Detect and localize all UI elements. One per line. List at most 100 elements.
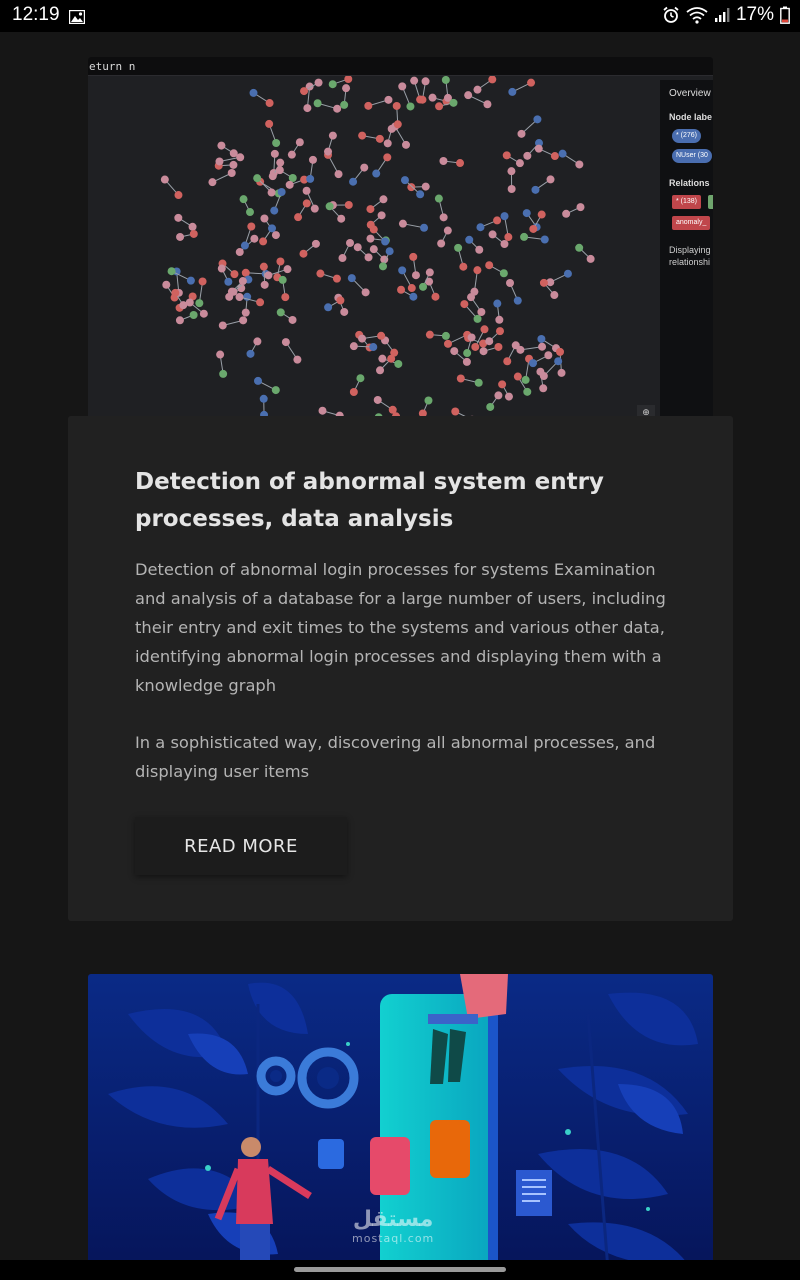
graph-node: [379, 195, 388, 204]
graph-node: [515, 159, 524, 168]
battery-percent: 17%: [735, 4, 774, 25]
graph-node: [400, 176, 409, 185]
graph-node: [247, 222, 256, 231]
graph-node: [476, 223, 485, 232]
watermark: مستقل mostaql.com: [352, 1207, 434, 1246]
graph-node: [441, 76, 450, 84]
graph-node: [189, 229, 198, 238]
relationship-pill[interactable]: anomaly_: [672, 216, 711, 230]
graph-node: [254, 376, 263, 385]
graph-node: [441, 331, 450, 340]
relationship-pill-color[interactable]: [708, 195, 713, 209]
graph-node: [364, 253, 373, 262]
graph-node: [454, 243, 463, 252]
graph-node: [239, 195, 248, 204]
graph-node: [308, 155, 317, 164]
graph-node: [375, 134, 384, 143]
graph-node: [486, 402, 495, 411]
graph-node: [562, 209, 571, 218]
graph-node: [464, 91, 473, 100]
graph-node: [270, 149, 279, 158]
graph-node: [272, 138, 281, 147]
graph-node: [384, 95, 393, 104]
battery-icon: [780, 6, 790, 24]
relationship-pill[interactable]: * (138): [672, 195, 702, 209]
graph-node: [278, 275, 287, 284]
graph-node: [393, 120, 402, 129]
graph-node: [554, 357, 563, 366]
graph-node: [540, 235, 549, 244]
graph-node: [285, 180, 294, 189]
graph-node: [398, 219, 407, 228]
graph-node: [358, 131, 367, 140]
graph-node: [421, 77, 430, 86]
graph-node: [406, 102, 415, 111]
graph-node: [428, 93, 437, 102]
graph-node: [195, 299, 204, 308]
read-more-button[interactable]: READ MORE: [135, 817, 347, 875]
node-label-pill[interactable]: * (276): [672, 129, 702, 143]
graph-node: [229, 160, 238, 169]
graph-node: [443, 226, 452, 235]
graph-node: [174, 213, 183, 222]
graph-node: [276, 257, 285, 266]
graph-node: [328, 131, 337, 140]
graph-node: [360, 163, 369, 172]
graph-node: [259, 394, 268, 403]
graph-node: [189, 310, 198, 319]
home-gesture-handle[interactable]: [294, 1267, 506, 1272]
graph-node: [217, 264, 226, 273]
graph-node: [500, 212, 509, 221]
graph-node: [216, 350, 225, 359]
graph-node: [325, 202, 334, 211]
graph-node: [288, 315, 297, 324]
node-label-pill[interactable]: NUser (30: [672, 149, 712, 163]
graph-node: [219, 369, 228, 378]
graph-node: [344, 76, 353, 84]
graph-node: [245, 208, 254, 217]
graph-node: [416, 190, 425, 199]
graph-node: [294, 213, 303, 222]
graph-node: [271, 386, 280, 395]
graph-node: [419, 282, 428, 291]
graph-node: [349, 177, 358, 186]
graph-node: [334, 170, 343, 179]
graph-node: [230, 270, 239, 279]
graph-node: [239, 316, 248, 325]
graph-node: [229, 149, 238, 158]
graph-node: [160, 175, 169, 184]
graph-node: [353, 243, 362, 252]
graph-node: [373, 395, 382, 404]
graph-node: [264, 271, 273, 280]
watermark-arabic: مستقل: [352, 1207, 434, 1232]
graph-node: [253, 337, 262, 346]
graph-node: [443, 339, 452, 348]
graph-node: [409, 292, 418, 301]
graph-node: [295, 138, 304, 147]
graph-node: [340, 307, 349, 316]
knowledge-graph-screenshot[interactable]: eturn n Overview Node labe * (276) NUser…: [88, 57, 713, 422]
graph-node: [250, 234, 259, 243]
graph-node: [550, 152, 559, 161]
graph-node: [328, 80, 337, 89]
graph-node: [424, 396, 433, 405]
signal-icon: [714, 7, 730, 23]
graph-node: [186, 276, 195, 285]
graph-node: [449, 98, 458, 107]
graph-node: [268, 172, 277, 181]
graph-node: [534, 144, 543, 153]
graph-node: [281, 338, 290, 347]
graph-node: [369, 245, 378, 254]
graph-node: [539, 278, 548, 287]
graph-node: [336, 296, 345, 305]
graph-node: [287, 150, 296, 159]
graph-node: [523, 387, 532, 396]
graph-node: [346, 238, 355, 247]
graph-node: [270, 206, 279, 215]
graph-node: [493, 299, 502, 308]
graph-node: [513, 296, 522, 305]
graph-node: [575, 243, 584, 252]
graph-node: [502, 151, 511, 160]
graph-node: [558, 149, 567, 158]
graph-node: [218, 321, 227, 330]
